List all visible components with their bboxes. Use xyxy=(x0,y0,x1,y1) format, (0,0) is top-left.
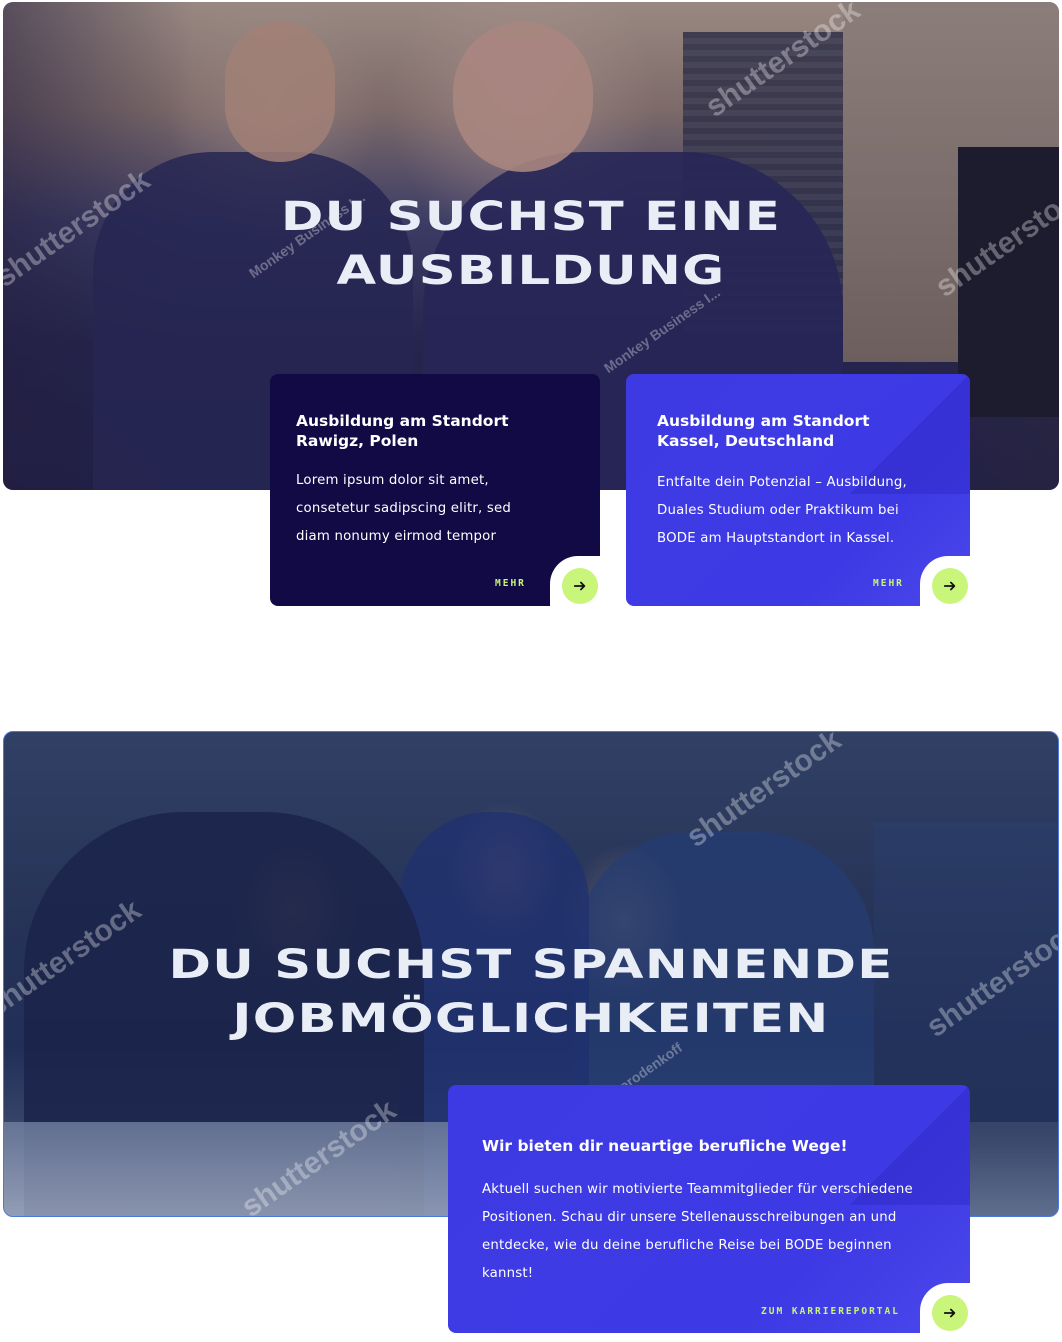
card-heading: Ausbildung am Standort Kassel, Deutschla… xyxy=(657,411,870,451)
card-body-line: Entfalte dein Potenzial – Ausbildung, xyxy=(657,475,907,490)
card-body-line: Aktuell suchen wir motivierte Teammitgli… xyxy=(482,1182,913,1197)
hero-training-title-line2: AUSBILDUNG xyxy=(336,248,726,294)
arrow-right-icon xyxy=(943,581,956,591)
card-body-line: consetetur sadipscing elitr, sed xyxy=(296,501,512,516)
card-body-line: Positionen. Schau dir unsere Stellenauss… xyxy=(482,1210,897,1225)
card-career[interactable]: Wir bieten dir neuartige berufliche Wege… xyxy=(448,1085,970,1333)
card-body-line: BODE am Hauptstandort in Kassel. xyxy=(657,531,895,546)
hero-jobs-title-line1: DU SUCHST SPANNENDE xyxy=(168,942,894,988)
card-body: Aktuell suchen wir motivierte Teammitgli… xyxy=(482,1176,952,1288)
career-arrow-button[interactable] xyxy=(932,1295,968,1331)
card-heading: Ausbildung am Standort Rawigz, Polen xyxy=(296,411,509,451)
card-body: Entfalte dein Potenzial – Ausbildung, Du… xyxy=(657,469,907,553)
card-training-rawigz[interactable]: Ausbildung am Standort Rawigz, Polen Lor… xyxy=(270,374,606,612)
hero-training-title-line1: DU SUCHST EINE xyxy=(280,194,782,240)
card-body-line: entdecke, wie du deine berufliche Reise … xyxy=(482,1238,892,1253)
card-training-kassel[interactable]: Ausbildung am Standort Kassel, Deutschla… xyxy=(626,374,976,612)
card-heading-line1: Ausbildung am Standort xyxy=(296,412,509,430)
hero-jobs-title-line2: JOBMÖGLICHKEITEN xyxy=(232,996,830,1042)
card-heading-line1: Ausbildung am Standort xyxy=(657,412,870,430)
card-body-line: Lorem ipsum dolor sit amet, xyxy=(296,473,489,488)
card-body: Lorem ipsum dolor sit amet, consetetur s… xyxy=(296,467,511,551)
hero-jobs-title: DU SUCHST SPANNENDE JOBMÖGLICHKEITEN xyxy=(4,938,1058,1046)
hero-training-title: DU SUCHST EINE AUSBILDUNG xyxy=(3,190,1059,298)
more-link[interactable]: MEHR xyxy=(873,578,904,589)
more-arrow-button[interactable] xyxy=(932,568,968,604)
more-arrow-button[interactable] xyxy=(562,568,598,604)
card-heading-line2: Kassel, Deutschland xyxy=(657,432,835,450)
career-portal-link[interactable]: ZUM KARRIEREPORTAL xyxy=(761,1306,900,1317)
card-heading-line2: Rawigz, Polen xyxy=(296,432,419,450)
arrow-right-icon xyxy=(943,1308,956,1318)
more-link[interactable]: MEHR xyxy=(495,578,526,589)
arrow-right-icon xyxy=(573,581,586,591)
card-body-line: kannst! xyxy=(482,1266,534,1281)
card-body-line: diam nonumy eirmod tempor xyxy=(296,529,497,544)
card-heading: Wir bieten dir neuartige berufliche Wege… xyxy=(482,1137,848,1155)
card-body-line: Duales Studium oder Praktikum bei xyxy=(657,503,899,518)
